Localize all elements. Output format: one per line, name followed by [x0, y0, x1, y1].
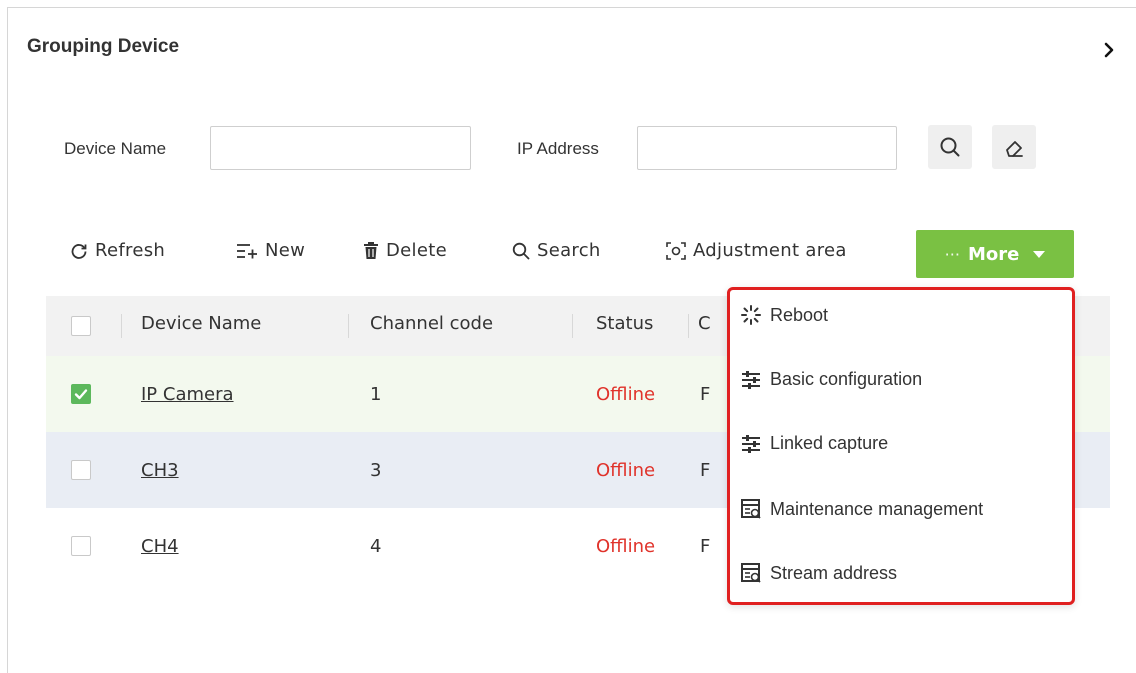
sliders-icon	[742, 370, 760, 389]
add-list-icon	[237, 243, 257, 258]
column-separator	[688, 314, 689, 338]
adjustment-area-icon	[666, 241, 686, 260]
menu-item-maintenance-management[interactable]: Maintenance management	[740, 498, 983, 520]
status-cell: Offline	[596, 536, 656, 557]
menu-item-label: Stream address	[770, 562, 898, 583]
more-button[interactable]: ··· More	[916, 230, 1074, 278]
column-header-channel-code[interactable]: Channel code	[370, 313, 493, 334]
toolbar-search-button[interactable]: Search	[512, 240, 601, 261]
adjustment-area-label: Adjustment area	[693, 240, 847, 261]
menu-item-label: Linked capture	[770, 433, 889, 453]
menu-item-linked-capture[interactable]: Linked capture	[740, 433, 888, 454]
trash-icon	[364, 241, 378, 259]
maintenance-icon	[741, 499, 761, 519]
more-label: More	[967, 243, 1020, 265]
search-icon	[940, 137, 960, 157]
delete-label: Delete	[386, 240, 447, 261]
channel-code-cell: 4	[370, 536, 382, 557]
column-header-device-name[interactable]: Device Name	[141, 313, 261, 334]
search-button[interactable]	[928, 125, 972, 169]
device-name-link[interactable]: CH3	[141, 460, 179, 481]
select-all-checkbox[interactable]	[71, 316, 91, 336]
panel-title: Grouping Device	[27, 36, 180, 57]
more-dots: ···	[944, 244, 960, 264]
status-cell: Offline	[596, 384, 656, 405]
clear-button[interactable]	[992, 125, 1036, 169]
menu-item-label: Maintenance management	[770, 498, 984, 519]
delete-button[interactable]: Delete	[363, 240, 447, 261]
adjustment-area-button[interactable]: Adjustment area	[666, 240, 847, 261]
ip-address-filter-label: IP Address	[517, 139, 599, 158]
column-header-status[interactable]: Status	[596, 313, 653, 334]
device-name-input[interactable]	[210, 126, 471, 170]
menu-item-reboot[interactable]: Reboot	[740, 304, 828, 326]
partial-cell: F	[700, 384, 711, 405]
checkmark-icon	[74, 389, 88, 400]
search-label: Search	[537, 240, 601, 261]
menu-item-label: Reboot	[770, 304, 829, 325]
refresh-button[interactable]: Refresh	[70, 240, 165, 261]
chevron-right-icon[interactable]	[1100, 38, 1120, 62]
channel-code-cell: 1	[370, 384, 382, 405]
sliders-icon	[742, 434, 760, 453]
device-name-link[interactable]: CH4	[141, 536, 179, 557]
row-checkbox[interactable]	[71, 536, 91, 556]
column-separator	[572, 314, 573, 338]
new-button[interactable]: New	[236, 240, 305, 261]
ip-address-input[interactable]	[637, 126, 897, 170]
column-header-partial[interactable]: C	[698, 313, 711, 334]
column-separator	[348, 314, 349, 338]
reboot-icon	[741, 305, 761, 325]
row-checkbox[interactable]	[71, 384, 91, 404]
channel-code-cell: 3	[370, 460, 382, 481]
column-separator	[121, 314, 122, 338]
status-cell: Offline	[596, 460, 656, 481]
caret-down-icon	[1033, 250, 1046, 258]
stream-icon	[741, 563, 761, 583]
more-dropdown-menu: Reboot Basic configuration Linked captur…	[727, 287, 1075, 605]
row-checkbox[interactable]	[71, 460, 91, 480]
menu-item-label: Basic configuration	[770, 369, 923, 389]
refresh-icon	[71, 243, 87, 259]
refresh-label: Refresh	[95, 240, 166, 261]
device-name-link[interactable]: IP Camera	[141, 384, 234, 405]
menu-item-basic-configuration[interactable]: Basic configuration	[740, 369, 922, 390]
partial-cell: F	[700, 536, 711, 557]
search-icon	[512, 242, 530, 259]
menu-item-stream-address[interactable]: Stream address	[740, 562, 897, 584]
new-label: New	[265, 240, 306, 261]
partial-cell: F	[700, 460, 711, 481]
eraser-icon	[1006, 141, 1023, 157]
device-name-filter-label: Device Name	[64, 139, 167, 158]
